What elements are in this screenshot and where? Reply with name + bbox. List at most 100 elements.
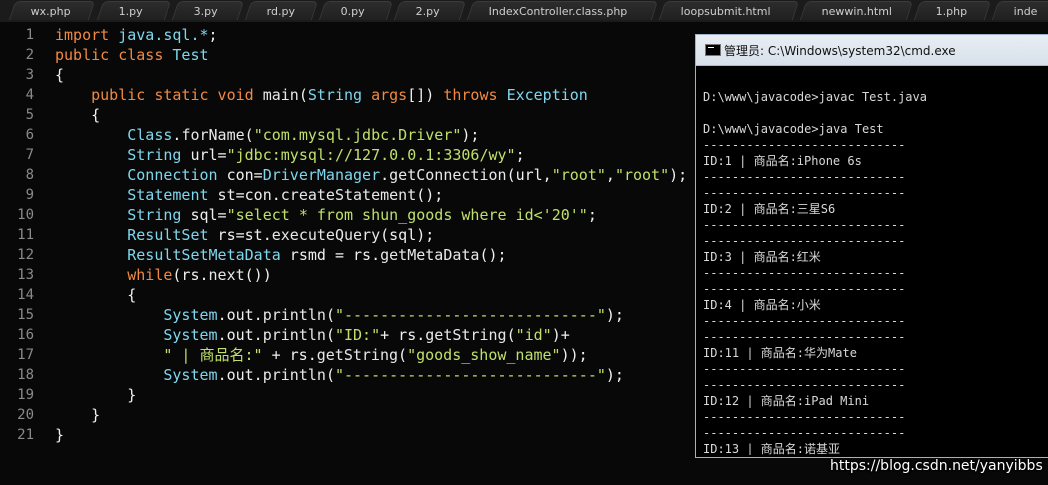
code-token: Class xyxy=(127,126,173,144)
tab-10[interactable]: inde xyxy=(991,1,1048,20)
tab-label: rd.py xyxy=(266,5,295,18)
cmd-icon xyxy=(705,44,721,56)
code-token: ( xyxy=(298,86,308,104)
code-token: .out. xyxy=(217,306,263,324)
tab-7[interactable]: loopsubmit.html xyxy=(658,1,800,20)
cmd-output-line: ---------------------------- xyxy=(703,234,906,248)
code-token: + rs. xyxy=(262,346,317,364)
code-token: ( xyxy=(398,346,408,364)
code-token: "root" xyxy=(614,166,670,184)
code-token: throws xyxy=(443,86,498,104)
cmd-output-line: ---------------------------- xyxy=(703,330,906,344)
code-token: ( xyxy=(506,326,516,344)
line-number: 13 xyxy=(17,267,34,283)
code-token: , xyxy=(605,166,615,184)
tab-3[interactable]: rd.py xyxy=(244,1,319,20)
code-token: "com.mysql.jdbc.Driver" xyxy=(253,126,462,144)
code-token: println xyxy=(262,326,326,344)
code-token: System xyxy=(163,306,218,324)
code-token: getString xyxy=(316,346,399,364)
code-token: java.sql.* xyxy=(118,26,209,44)
cmd-title-bar[interactable]: 管理员: C:\Windows\system32\cmd.exe xyxy=(696,35,1048,66)
code-token: DriverManager xyxy=(262,166,381,184)
code-token: (); xyxy=(479,246,507,264)
code-token: System xyxy=(163,326,218,344)
code-line: public static void main(String args[]) t… xyxy=(55,85,588,105)
code-token: (sql); xyxy=(380,226,435,244)
code-line: public class Test xyxy=(55,45,209,65)
code-token: )); xyxy=(560,346,588,364)
code-token: ); xyxy=(669,166,688,184)
line-number: 17 xyxy=(17,347,34,363)
code-token: "jdbc:mysql://127.0.0.1:3306/wy" xyxy=(226,146,516,164)
line-number: 16 xyxy=(17,327,34,343)
cmd-output-line: D:\www\javacode>java Test xyxy=(703,122,884,136)
tab-label: inde xyxy=(1013,5,1038,18)
code-token: ; xyxy=(515,146,525,164)
code-token: ResultSetMetaData xyxy=(127,246,281,264)
line-number: 11 xyxy=(17,227,34,243)
code-token: (); xyxy=(416,186,444,204)
code-token: "----------------------------" xyxy=(334,366,606,384)
code-line: } xyxy=(55,385,136,405)
code-line: { xyxy=(55,65,64,85)
code-line: String url="jdbc:mysql://127.0.0.1:3306/… xyxy=(55,145,525,165)
line-number: 9 xyxy=(25,187,34,203)
cmd-output-line: ID:3 | 商品名:红米 xyxy=(703,250,821,264)
code-token: st=con. xyxy=(208,186,281,204)
code-line: { xyxy=(55,285,136,305)
code-token: } xyxy=(55,406,101,424)
code-token: println xyxy=(262,306,326,324)
code-area[interactable]: import java.sql.*; public class Test{ pub… xyxy=(55,22,745,485)
tab-0[interactable]: wx.php xyxy=(8,1,96,20)
line-number: 10 xyxy=(17,207,34,223)
tab-9[interactable]: 1.php xyxy=(913,1,992,20)
code-token: ResultSet xyxy=(127,226,209,244)
tab-label: newwin.html xyxy=(821,5,893,18)
code-token: []) xyxy=(407,86,444,104)
cmd-output-line: ID:4 | 商品名:小米 xyxy=(703,298,821,312)
tab-6[interactable]: IndexController.class.php xyxy=(466,1,659,20)
tab-1[interactable]: 1.py xyxy=(96,1,172,20)
cmd-window[interactable]: 管理员: C:\Windows\system32\cmd.exe D:\www\… xyxy=(695,34,1048,458)
code-token: ()) xyxy=(244,266,272,284)
code-line: String sql="select * from shun_goods whe… xyxy=(55,205,597,225)
tab-8[interactable]: newwin.html xyxy=(799,1,914,20)
code-token: "goods_show_name" xyxy=(407,346,561,364)
code-token: } xyxy=(55,426,65,444)
line-number: 6 xyxy=(25,127,34,143)
cmd-output-line: ---------------------------- xyxy=(703,378,906,392)
line-number: 3 xyxy=(25,67,34,83)
code-token: } xyxy=(55,386,137,404)
code-token: while xyxy=(127,266,173,284)
tab-2[interactable]: 3.py xyxy=(171,1,245,20)
code-token: ; xyxy=(587,206,597,224)
code-token: ( xyxy=(325,306,335,324)
code-token: ); xyxy=(605,366,624,384)
cmd-output-line: ---------------------------- xyxy=(703,282,906,296)
cmd-output-line: ---------------------------- xyxy=(703,362,906,376)
cmd-title: 管理员: C:\Windows\system32\cmd.exe xyxy=(724,44,956,58)
code-line: ResultSetMetaData rsmd = rs.getMetaData(… xyxy=(55,245,507,265)
code-token: rs=st. xyxy=(208,226,272,244)
code-token: ( xyxy=(325,326,335,344)
tab-label: wx.php xyxy=(30,5,71,18)
tab-5[interactable]: 2.py xyxy=(393,1,467,20)
code-token: getString xyxy=(425,326,507,344)
cmd-output-line: ID:12 | 商品名:iPad Mini xyxy=(703,394,870,408)
line-number: 1 xyxy=(25,27,34,43)
code-line: } xyxy=(55,405,100,425)
code-line: Statement st=con.createStatement(); xyxy=(55,185,443,205)
cmd-output-line: ---------------------------- xyxy=(703,426,906,440)
tab-4[interactable]: 0.py xyxy=(318,1,394,20)
code-token: println xyxy=(262,366,326,384)
